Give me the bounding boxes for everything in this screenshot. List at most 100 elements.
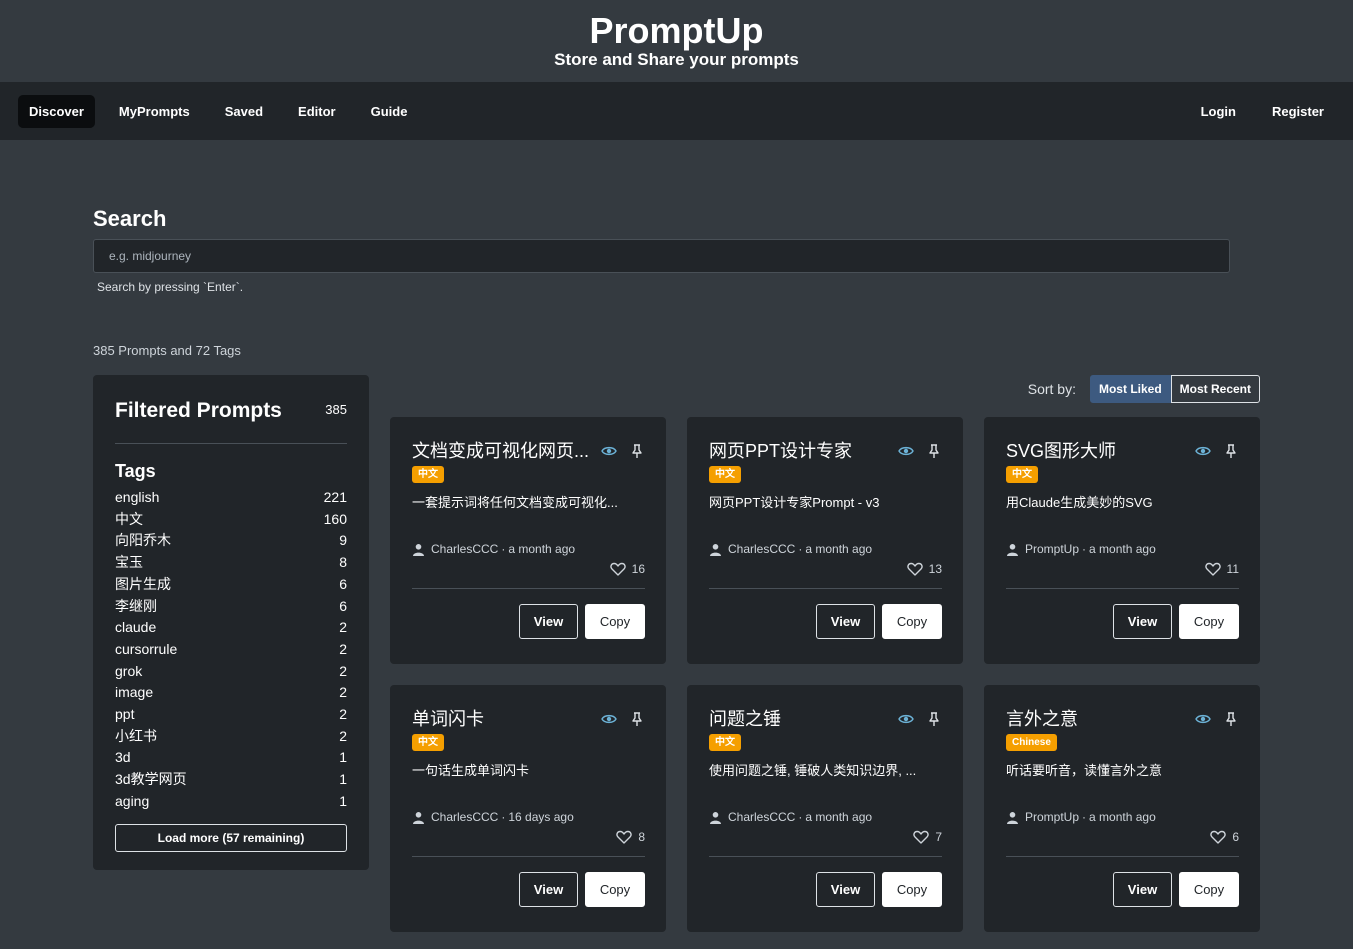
tag-item[interactable]: image 2 xyxy=(115,682,347,704)
sidebar-count: 385 xyxy=(325,402,347,417)
pin-icon[interactable] xyxy=(629,443,645,459)
site-header: PromptUp Store and Share your prompts xyxy=(0,0,1353,82)
eye-icon[interactable] xyxy=(1195,711,1211,727)
card-title[interactable]: 文档变成可视化网页... xyxy=(412,439,592,463)
card-meta: CharlesCCC · a month ago xyxy=(412,542,645,556)
tag-count: 2 xyxy=(339,706,347,723)
card-likes: 13 xyxy=(709,562,942,576)
heart-icon[interactable] xyxy=(913,830,930,844)
view-button[interactable]: View xyxy=(1113,604,1172,639)
tag-item[interactable]: 中文 160 xyxy=(115,509,347,531)
heart-icon[interactable] xyxy=(1204,562,1221,576)
sidebar-title: Filtered Prompts xyxy=(115,399,282,422)
view-button[interactable]: View xyxy=(816,604,875,639)
nav-register[interactable]: Register xyxy=(1261,95,1335,128)
sort-most-recent-button[interactable]: Most Recent xyxy=(1170,375,1260,403)
copy-button[interactable]: Copy xyxy=(585,872,645,907)
pin-icon[interactable] xyxy=(1223,443,1239,459)
nav-guide[interactable]: Guide xyxy=(360,95,419,128)
tag-item[interactable]: 李继刚 6 xyxy=(115,596,347,618)
tag-item[interactable]: 小红书 2 xyxy=(115,726,347,748)
tag-item[interactable]: 3d 1 xyxy=(115,747,347,769)
view-button[interactable]: View xyxy=(519,872,578,907)
card-author[interactable]: CharlesCCC xyxy=(728,810,795,824)
language-badge[interactable]: 中文 xyxy=(412,466,444,483)
card-meta: CharlesCCC · a month ago xyxy=(709,542,942,556)
tag-name: 宝玉 xyxy=(115,554,143,571)
pin-icon[interactable] xyxy=(1223,711,1239,727)
tag-name: cursorrule xyxy=(115,640,178,657)
site-title: PromptUp xyxy=(589,10,764,51)
card-description: 一套提示词将任何文档变成可视化... xyxy=(412,495,618,510)
card-header: 言外之意 xyxy=(1006,707,1239,731)
tag-item[interactable]: aging 1 xyxy=(115,791,347,813)
tag-item[interactable]: 向阳乔木 9 xyxy=(115,530,347,552)
prompt-card: 文档变成可视化网页... 中文 一套提示词将任何文档变成可视化... Charl… xyxy=(390,417,666,664)
sidebar-divider xyxy=(115,443,347,444)
tag-item[interactable]: 宝玉 8 xyxy=(115,552,347,574)
eye-icon[interactable] xyxy=(1195,443,1211,459)
tag-name: 中文 xyxy=(115,510,143,527)
pin-icon[interactable] xyxy=(629,711,645,727)
tag-item[interactable]: 图片生成 6 xyxy=(115,574,347,596)
like-count: 13 xyxy=(928,562,942,576)
pin-icon[interactable] xyxy=(926,711,942,727)
search-input[interactable] xyxy=(93,239,1230,273)
copy-button[interactable]: Copy xyxy=(882,604,942,639)
card-title[interactable]: 单词闪卡 xyxy=(412,707,592,731)
heart-icon[interactable] xyxy=(609,562,626,576)
card-divider xyxy=(412,856,645,857)
heart-icon[interactable] xyxy=(616,830,633,844)
eye-icon[interactable] xyxy=(601,443,617,459)
language-badge[interactable]: 中文 xyxy=(709,466,741,483)
nav-login[interactable]: Login xyxy=(1190,95,1247,128)
language-badge[interactable]: 中文 xyxy=(412,734,444,751)
tag-name: grok xyxy=(115,662,143,679)
copy-button[interactable]: Copy xyxy=(1179,872,1239,907)
tag-item[interactable]: 3d教学网页 1 xyxy=(115,769,347,791)
eye-icon[interactable] xyxy=(898,443,914,459)
language-badge[interactable]: 中文 xyxy=(1006,466,1038,483)
prompt-card: 言外之意 Chinese 听话要听音，读懂言外之意 PromptUp · a m… xyxy=(984,685,1260,932)
nav-discover[interactable]: Discover xyxy=(18,94,95,128)
tag-item[interactable]: english 221 xyxy=(115,487,347,509)
tag-item[interactable]: cursorrule 2 xyxy=(115,639,347,661)
card-author[interactable]: CharlesCCC xyxy=(431,542,498,556)
card-title[interactable]: 问题之锤 xyxy=(709,707,889,731)
card-title[interactable]: SVG图形大师 xyxy=(1006,439,1186,463)
tag-item[interactable]: claude 2 xyxy=(115,617,347,639)
copy-button[interactable]: Copy xyxy=(882,872,942,907)
nav-myprompts[interactable]: MyPrompts xyxy=(108,95,201,128)
copy-button[interactable]: Copy xyxy=(585,604,645,639)
prompt-card: 网页PPT设计专家 中文 网页PPT设计专家Prompt - v3 Charle… xyxy=(687,417,963,664)
card-author[interactable]: CharlesCCC xyxy=(728,542,795,556)
eye-icon[interactable] xyxy=(601,711,617,727)
view-button[interactable]: View xyxy=(519,604,578,639)
heart-icon[interactable] xyxy=(906,562,923,576)
tag-name: 3d教学网页 xyxy=(115,771,187,788)
view-button[interactable]: View xyxy=(816,872,875,907)
heart-icon[interactable] xyxy=(1210,830,1227,844)
eye-icon[interactable] xyxy=(898,711,914,727)
card-author[interactable]: PromptUp xyxy=(1025,542,1079,556)
nav-editor[interactable]: Editor xyxy=(287,95,347,128)
tag-item[interactable]: ppt 2 xyxy=(115,704,347,726)
pin-icon[interactable] xyxy=(926,443,942,459)
sort-most-liked-button[interactable]: Most Liked xyxy=(1089,375,1171,403)
view-button[interactable]: View xyxy=(1113,872,1172,907)
tag-list: english 221 中文 160 向阳乔木 9 宝玉 8 图片生成 6 李继刚 6 cl… xyxy=(115,487,347,813)
nav-saved[interactable]: Saved xyxy=(214,95,274,128)
card-author[interactable]: PromptUp xyxy=(1025,810,1079,824)
card-likes: 7 xyxy=(709,830,942,844)
language-badge[interactable]: 中文 xyxy=(709,734,741,751)
card-time: a month ago xyxy=(1089,542,1156,556)
language-badge[interactable]: Chinese xyxy=(1006,734,1057,751)
card-icons xyxy=(898,711,942,727)
copy-button[interactable]: Copy xyxy=(1179,604,1239,639)
tag-item[interactable]: grok 2 xyxy=(115,661,347,683)
card-title[interactable]: 言外之意 xyxy=(1006,707,1186,731)
card-author[interactable]: CharlesCCC xyxy=(431,810,498,824)
card-title[interactable]: 网页PPT设计专家 xyxy=(709,439,889,463)
card-actions: View Copy xyxy=(1006,872,1239,907)
load-more-button[interactable]: Load more (57 remaining) xyxy=(115,823,347,852)
